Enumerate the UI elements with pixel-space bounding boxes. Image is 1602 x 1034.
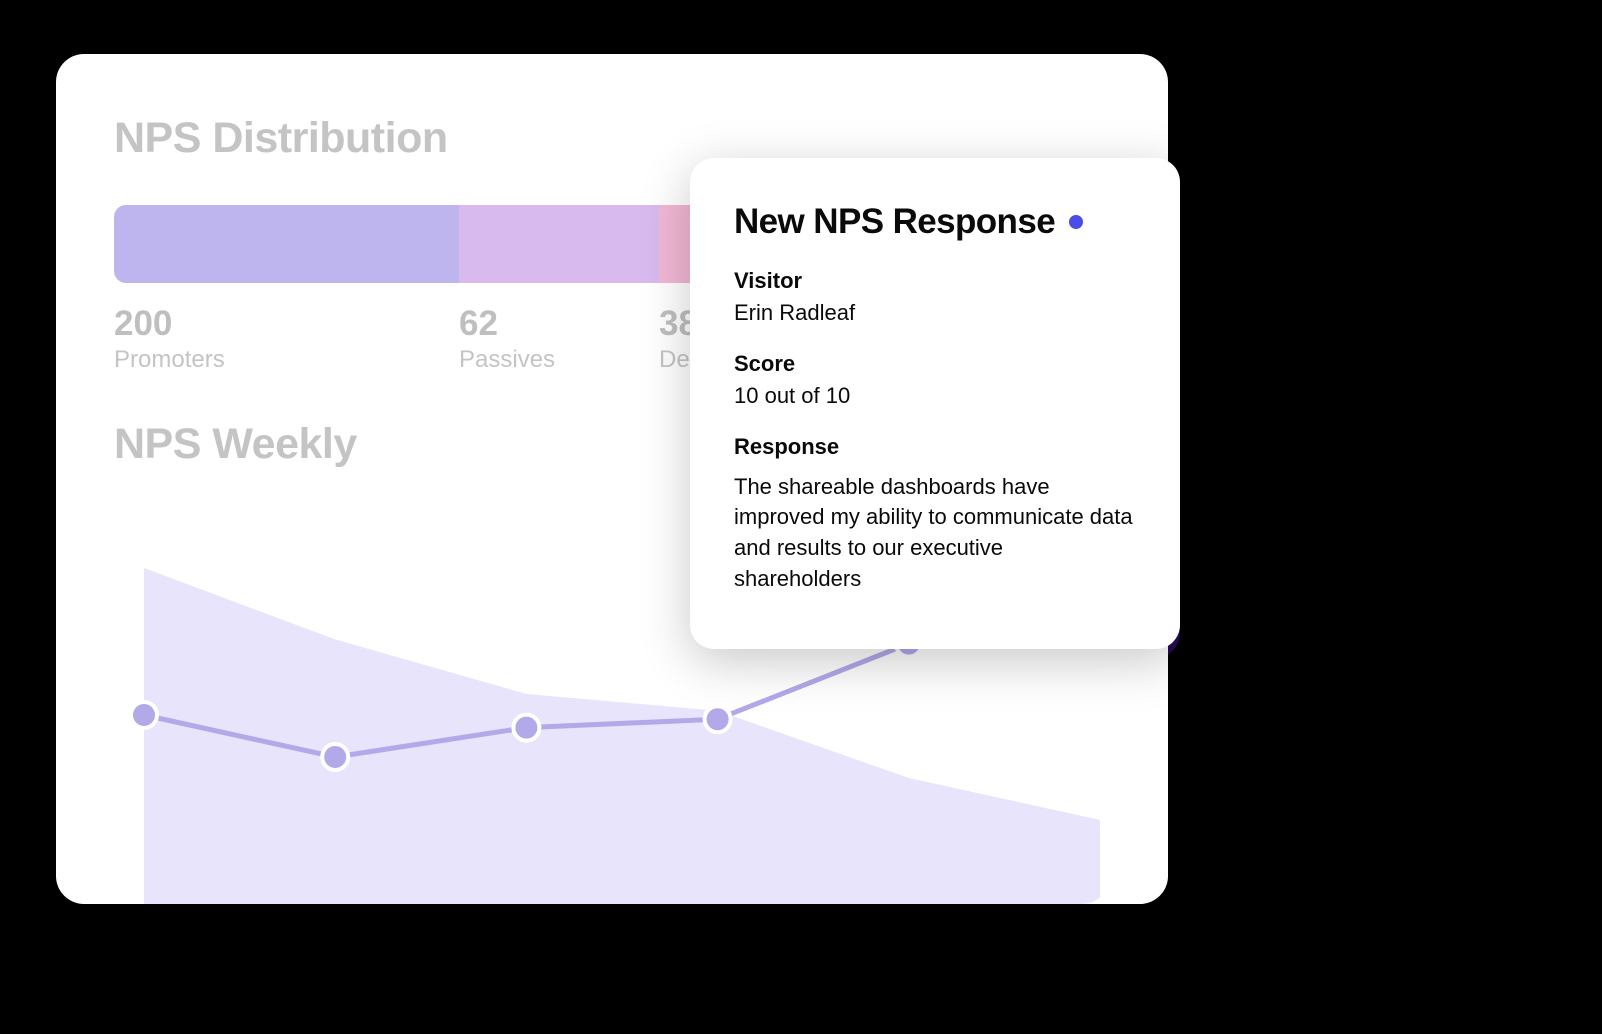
segment-promoters[interactable] [114, 205, 459, 283]
promoters-count: 200 [114, 305, 459, 344]
score-value: 10 out of 10 [734, 381, 1136, 412]
segment-passives[interactable] [459, 205, 659, 283]
response-visitor-block: Visitor Erin Radleaf [734, 268, 1136, 329]
nps-response-popup: New NPS Response Visitor Erin Radleaf Sc… [690, 158, 1180, 649]
passives-count: 62 [459, 305, 659, 344]
response-text-block: Response The shareable dashboards have i… [734, 434, 1136, 595]
label-promoters: 200 Promoters [114, 305, 459, 374]
passives-label: Passives [459, 346, 659, 374]
visitor-value: Erin Radleaf [734, 298, 1136, 329]
visitor-label: Visitor [734, 268, 1136, 294]
label-passives: 62 Passives [459, 305, 659, 374]
score-label: Score [734, 351, 1136, 377]
response-header: New NPS Response [734, 202, 1136, 242]
response-score-block: Score 10 out of 10 [734, 351, 1136, 412]
response-label: Response [734, 434, 1136, 460]
response-value: The shareable dashboards have improved m… [734, 472, 1136, 595]
nps-distribution-title: NPS Distribution [114, 114, 1110, 163]
promoters-label: Promoters [114, 346, 459, 374]
new-indicator-icon [1069, 215, 1083, 229]
response-title: New NPS Response [734, 202, 1055, 242]
